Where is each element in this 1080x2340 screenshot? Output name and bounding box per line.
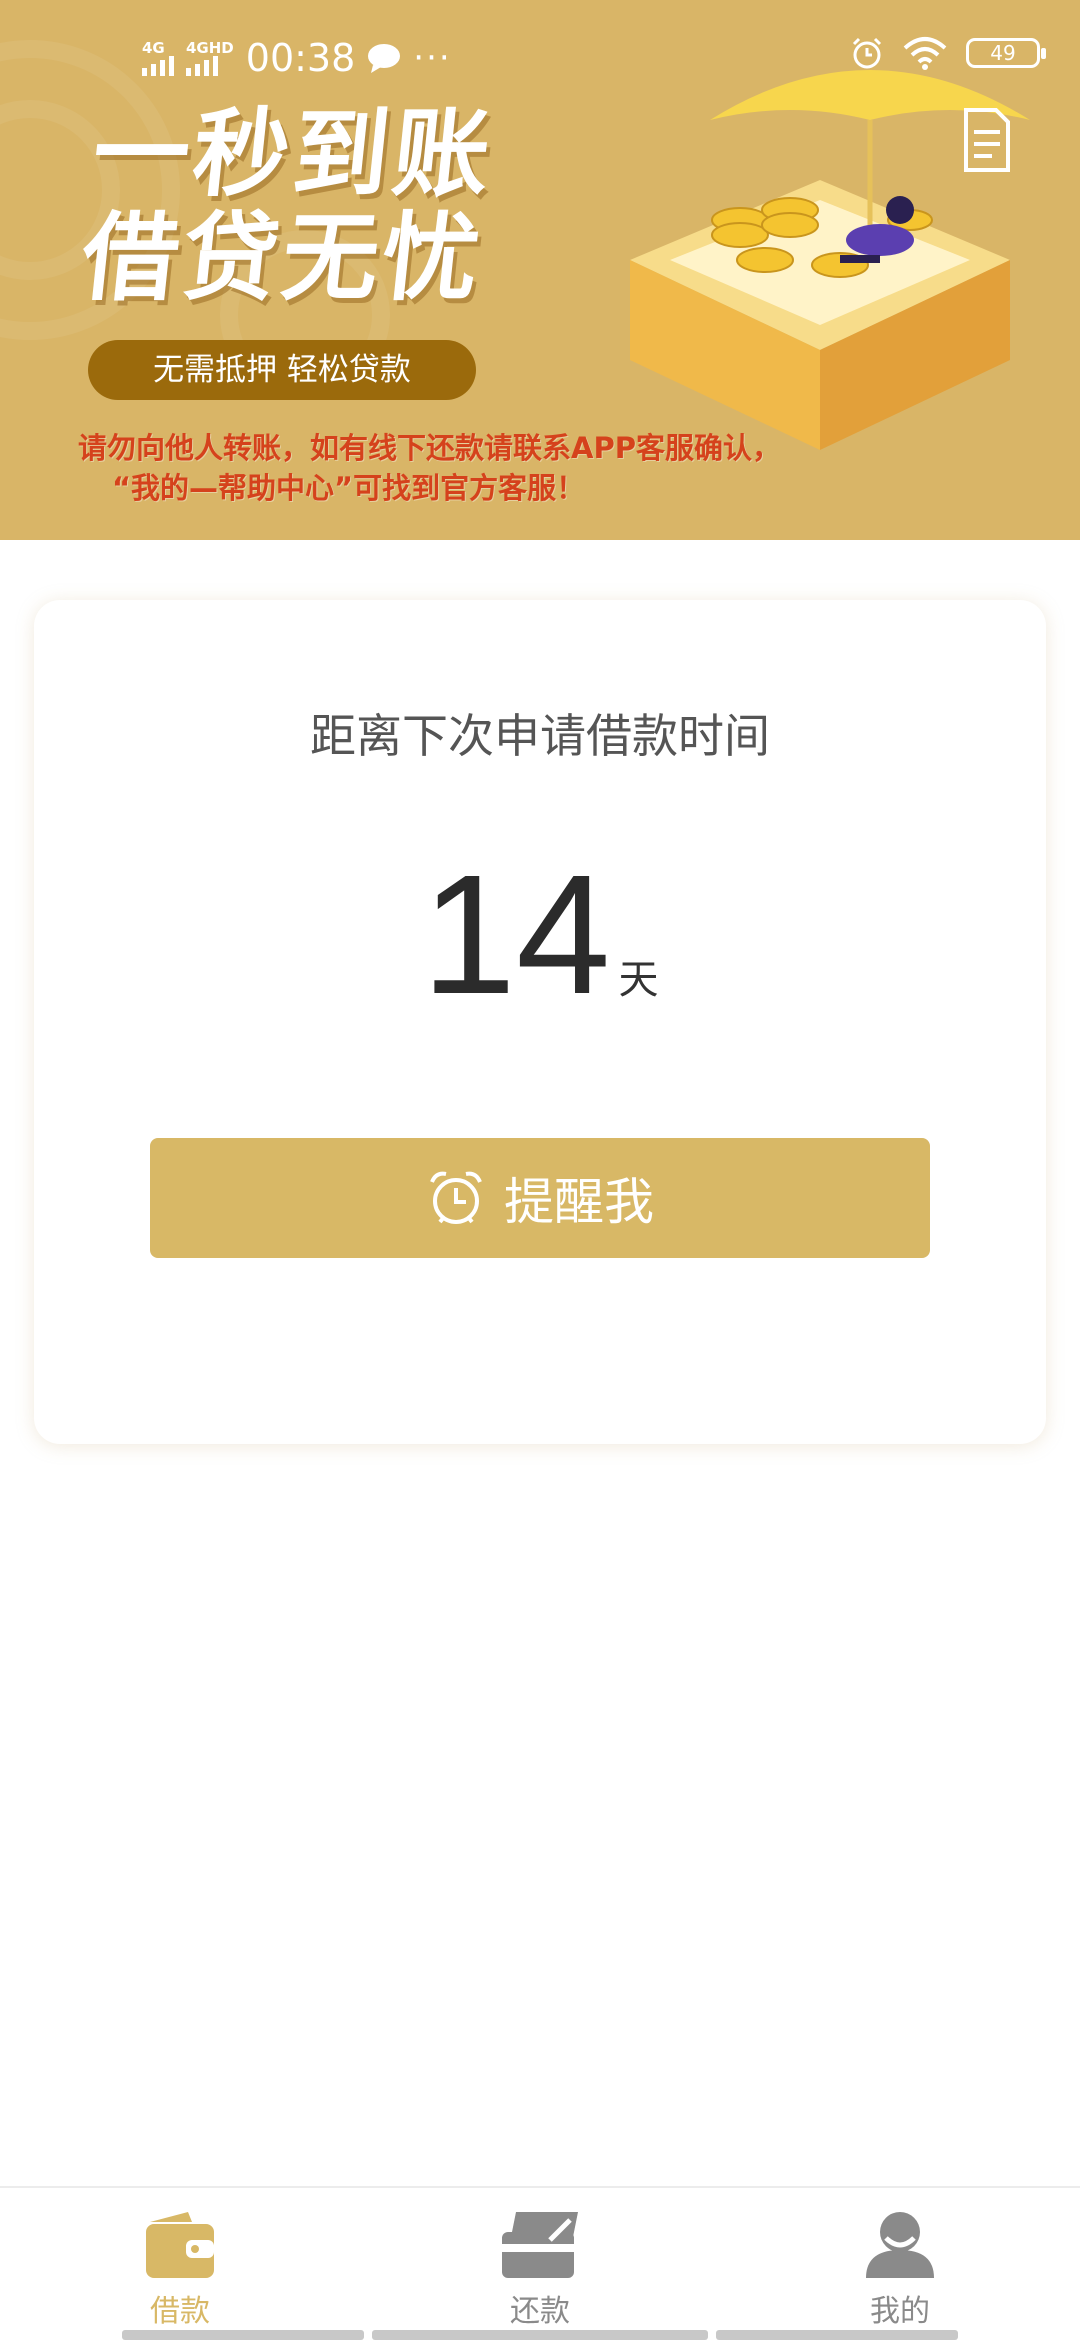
message-icon	[368, 44, 401, 73]
signal-icon: 4GHD	[186, 40, 234, 76]
signal-icon: 4G	[142, 40, 174, 76]
bottom-tab-bar: 借款 还款 我的	[0, 2186, 1080, 2340]
card-title: 距离下次申请借款时间	[310, 709, 770, 763]
nav-indicator	[372, 2330, 708, 2340]
remind-me-button[interactable]: 提醒我	[150, 1138, 930, 1258]
more-icon: ···	[413, 38, 452, 78]
banner-tagline-pill: 无需抵押 轻松贷款	[88, 340, 476, 400]
nav-indicator	[716, 2330, 958, 2340]
alarm-clock-icon	[430, 1171, 482, 1224]
tab-label: 还款	[510, 2294, 570, 2329]
tab-label: 借款	[150, 2294, 210, 2329]
countdown-value: 14	[421, 840, 611, 1030]
promo-banner[interactable]: 4G 4GHD 00:38 ··· 49 一秒到账 借贷无忧 无需抵押 轻松贷款…	[0, 0, 1080, 540]
wallet-icon	[146, 2212, 214, 2278]
next-application-card: 距离下次申请借款时间 14 天 提醒我	[34, 600, 1046, 1444]
user-icon	[866, 2212, 934, 2278]
nav-indicator	[122, 2330, 364, 2340]
document-icon[interactable]	[962, 108, 1012, 172]
tab-mine[interactable]: 我的	[800, 2210, 1000, 2330]
status-time: 00:38	[245, 36, 356, 80]
countdown: 14 天	[34, 850, 1046, 1020]
tab-repay[interactable]: 还款	[440, 2210, 640, 2330]
banner-headline: 一秒到账 借贷无忧	[76, 98, 500, 314]
countdown-unit: 天	[618, 957, 659, 1003]
card-pen-icon	[502, 2212, 578, 2278]
tab-borrow[interactable]: 借款	[80, 2210, 280, 2330]
tab-label: 我的	[870, 2294, 930, 2329]
remind-me-label: 提醒我	[504, 1173, 654, 1231]
